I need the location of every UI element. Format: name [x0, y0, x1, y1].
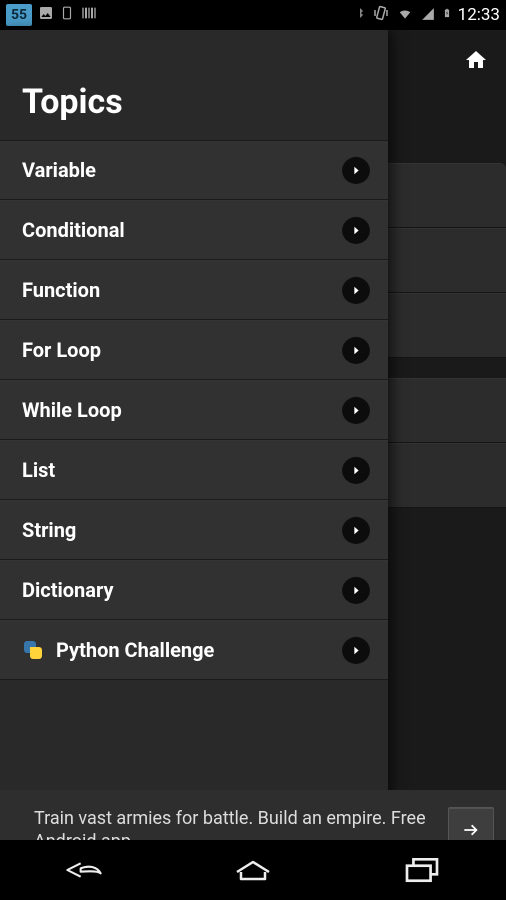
drawer-title: Topics	[0, 30, 388, 140]
signal-icon	[420, 6, 436, 25]
app-body: Topics Variable Conditional Function For Lo…	[0, 30, 506, 840]
topic-item-variable[interactable]: Variable	[0, 140, 388, 200]
image-icon	[38, 5, 54, 25]
topic-label: List	[22, 458, 342, 482]
system-nav-bar	[0, 840, 506, 900]
status-badge: 55	[6, 4, 32, 26]
python-icon	[22, 639, 44, 661]
topic-label: Function	[22, 278, 342, 302]
chevron-right-icon	[342, 216, 370, 244]
wifi-icon	[396, 6, 414, 25]
chevron-right-icon	[342, 516, 370, 544]
topic-item-while-loop[interactable]: While Loop	[0, 380, 388, 440]
topic-item-list[interactable]: List	[0, 440, 388, 500]
topic-label: Conditional	[22, 218, 342, 242]
barcode-icon	[80, 5, 98, 25]
topic-item-python-challenge[interactable]: Python Challenge	[0, 620, 388, 680]
status-right: 12:33	[354, 4, 500, 26]
phone-icon	[60, 4, 74, 26]
topic-label: Dictionary	[22, 578, 342, 602]
chevron-right-icon	[342, 396, 370, 424]
status-time: 12:33	[458, 5, 500, 25]
bluetooth-icon	[354, 4, 366, 26]
topic-item-conditional[interactable]: Conditional	[0, 200, 388, 260]
chevron-right-icon	[342, 336, 370, 364]
chevron-right-icon	[342, 276, 370, 304]
topic-item-dictionary[interactable]: Dictionary	[0, 560, 388, 620]
topic-item-function[interactable]: Function	[0, 260, 388, 320]
topic-label: String	[22, 518, 342, 542]
topic-list: Variable Conditional Function For Loop While…	[0, 140, 388, 680]
topic-item-for-loop[interactable]: For Loop	[0, 320, 388, 380]
topic-label: For Loop	[22, 338, 342, 362]
chevron-right-icon	[342, 576, 370, 604]
vibrate-icon	[372, 4, 390, 26]
topic-item-string[interactable]: String	[0, 500, 388, 560]
status-bar: 55 12:33	[0, 0, 506, 30]
recent-apps-button[interactable]	[372, 850, 472, 890]
chevron-right-icon	[342, 456, 370, 484]
status-left: 55	[6, 4, 98, 26]
topic-label: Python Challenge	[56, 638, 342, 662]
home-nav-button[interactable]	[203, 850, 303, 890]
chevron-right-icon	[342, 636, 370, 664]
topic-label: While Loop	[22, 398, 342, 422]
topic-label: Variable	[22, 158, 342, 182]
navigation-drawer: Topics Variable Conditional Function For Lo…	[0, 30, 388, 840]
battery-icon	[442, 4, 452, 26]
chevron-right-icon	[342, 156, 370, 184]
home-button[interactable]	[456, 40, 496, 80]
back-button[interactable]	[34, 850, 134, 890]
